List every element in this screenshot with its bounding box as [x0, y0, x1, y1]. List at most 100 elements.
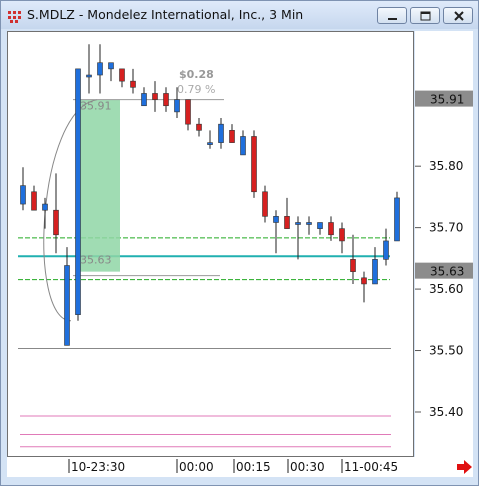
candle-body: [185, 99, 191, 125]
candle: [273, 210, 279, 254]
projection-box: [79, 99, 120, 272]
candle-body: [53, 209, 59, 236]
candle: [196, 118, 202, 137]
candle: [251, 130, 257, 198]
close-button[interactable]: [443, 7, 473, 24]
candle: [53, 173, 59, 254]
close-icon: [454, 11, 464, 21]
candle-body: [163, 93, 169, 107]
chart-window: S.MDLZ - Mondelez International, Inc., 3…: [0, 0, 479, 486]
time-tick-label: 00:00: [179, 460, 214, 474]
price-axis-labels: 35.80 35.70 35.60 35.50 35.40 35.91 35.63: [415, 90, 473, 419]
app-menu-icon[interactable]: [7, 8, 23, 24]
candle-body: [251, 136, 257, 193]
window-title: S.MDLZ - Mondelez International, Inc., 3…: [27, 7, 304, 22]
title-bar[interactable]: S.MDLZ - Mondelez International, Inc., 3…: [1, 1, 478, 29]
price-tick: 35.80: [429, 159, 463, 173]
price-axis[interactable]: 35.80 35.70 35.60 35.50 35.40 35.91 35.63: [415, 31, 473, 457]
candle: [20, 167, 26, 211]
time-tick-label: 00:30: [290, 460, 325, 474]
candle-body: [97, 62, 103, 76]
candle: [317, 222, 323, 235]
candle-body: [284, 216, 290, 229]
candle: [163, 87, 169, 112]
candle-body: [174, 99, 180, 113]
scroll-right-arrow-icon[interactable]: [457, 460, 473, 474]
candle-body: [350, 259, 356, 272]
candle: [86, 44, 92, 94]
candle-body: [20, 185, 26, 205]
candle: [240, 130, 246, 156]
price-tick: 35.60: [429, 282, 463, 296]
candle-body: [218, 123, 224, 143]
candle-body: [196, 123, 202, 131]
candle: [306, 216, 312, 235]
candle: [97, 44, 103, 94]
candle: [185, 99, 191, 131]
candlestick-chart[interactable]: 35.91 35.63 $0.28 0.79 %: [8, 32, 413, 456]
candle: [31, 185, 37, 211]
price-tick: 35.50: [429, 344, 463, 358]
candle-body: [361, 277, 367, 285]
annotation-lower-label: 35.63: [80, 254, 112, 267]
candle: [383, 228, 389, 266]
candle: [339, 222, 345, 254]
candle: [108, 62, 114, 82]
candle-body: [317, 222, 323, 229]
annotation-upper-label: 35.91: [80, 100, 112, 113]
candle-body: [86, 74, 92, 78]
time-axis-labels: 10-23:30 00:00 00:15 00:30 11-00:45: [68, 459, 398, 474]
candle-body: [328, 222, 334, 236]
candle-body: [31, 191, 37, 211]
candle: [328, 216, 334, 241]
candle: [372, 247, 378, 285]
candle-body: [306, 222, 312, 225]
candle: [152, 81, 158, 112]
candle-body: [295, 222, 301, 225]
candle-body: [42, 203, 48, 211]
candle: [141, 87, 147, 107]
restore-button[interactable]: [410, 7, 440, 24]
restore-icon: [420, 11, 431, 21]
status-strip: [7, 477, 473, 485]
candle-body: [262, 191, 268, 217]
candle-body: [141, 93, 147, 107]
candle: [130, 68, 136, 94]
time-tick-label: 00:15: [236, 460, 271, 474]
candle: [262, 185, 268, 223]
candle: [394, 191, 400, 242]
candle: [350, 234, 356, 284]
candle: [64, 247, 70, 346]
chart-plot-area[interactable]: 35.91 35.63 $0.28 0.79 %: [7, 31, 414, 457]
candle-body: [152, 93, 158, 100]
candle-body: [273, 216, 279, 223]
candle-body: [372, 259, 378, 285]
candle-body: [339, 228, 345, 242]
time-axis[interactable]: 10-23:30 00:00 00:15 00:30 11-00:45: [7, 457, 473, 477]
candle-body: [64, 265, 70, 346]
candle-body: [229, 130, 235, 143]
candle: [229, 124, 235, 143]
candle-body: [119, 68, 125, 82]
candle-body: [207, 142, 213, 145]
annotation-percent: 0.79 %: [177, 83, 215, 96]
annotation-change: $0.28: [179, 68, 214, 81]
price-tick: 35.70: [429, 221, 463, 235]
time-tick-label: 11-00:45: [344, 460, 398, 474]
minimize-icon: [388, 18, 397, 20]
candle: [119, 68, 125, 88]
candle: [361, 271, 367, 303]
price-tag-label: 35.63: [430, 265, 464, 279]
candle-body: [240, 136, 246, 156]
candle-body: [394, 197, 400, 242]
candle: [207, 130, 213, 149]
time-tick-label: 10-23:30: [71, 460, 125, 474]
price-tag-label: 35.91: [430, 93, 464, 107]
candle-body: [108, 62, 114, 70]
candle: [284, 197, 290, 229]
candle: [42, 197, 48, 229]
minimize-button[interactable]: [377, 7, 407, 24]
price-tick: 35.40: [429, 405, 463, 419]
candle-body: [130, 80, 136, 88]
candle-body: [383, 240, 389, 260]
